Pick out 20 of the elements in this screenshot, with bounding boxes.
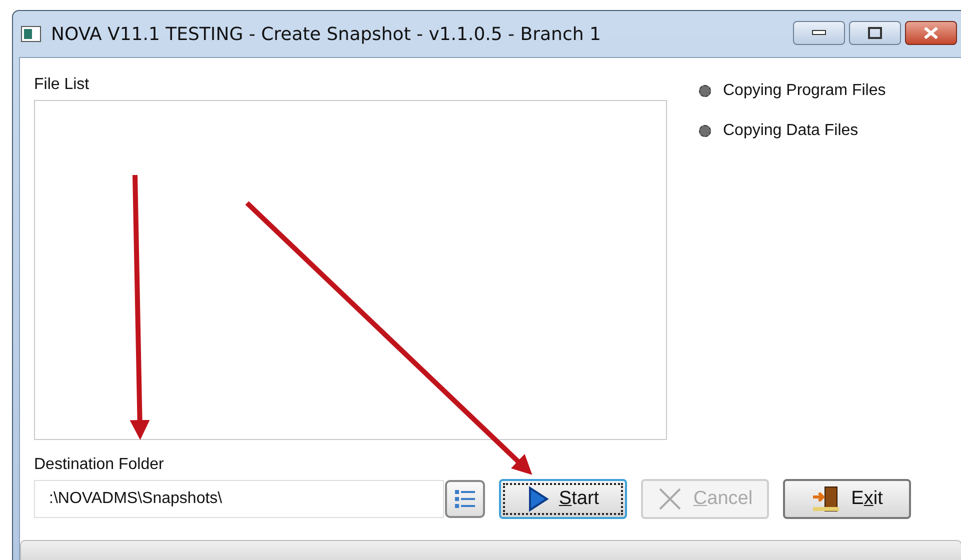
close-button[interactable]	[905, 21, 957, 45]
destination-label: Destination Folder	[34, 456, 165, 474]
start-button[interactable]: Start	[499, 479, 627, 519]
window-title: NOVA V11.1 TESTING - Create Snapshot - v1.1.0.5 - Branch 1	[51, 24, 602, 44]
list-icon	[453, 487, 477, 511]
cross-icon	[657, 486, 684, 512]
destination-field[interactable]: :\NOVADMS\Snapshots\	[34, 480, 444, 518]
play-icon	[526, 486, 549, 512]
step-label: Copying Data Files	[723, 122, 858, 140]
door-icon	[811, 485, 842, 513]
browse-button[interactable]	[445, 480, 485, 518]
exit-button[interactable]: Exit	[783, 479, 911, 519]
close-icon	[923, 27, 939, 39]
file-list-label: File List	[34, 76, 90, 94]
minimize-button[interactable]	[793, 21, 845, 45]
minimize-icon	[812, 30, 826, 36]
app-icon	[21, 26, 41, 42]
maximize-button[interactable]	[849, 21, 901, 45]
step-label: Copying Program Files	[723, 82, 886, 100]
maximize-icon	[868, 27, 882, 39]
